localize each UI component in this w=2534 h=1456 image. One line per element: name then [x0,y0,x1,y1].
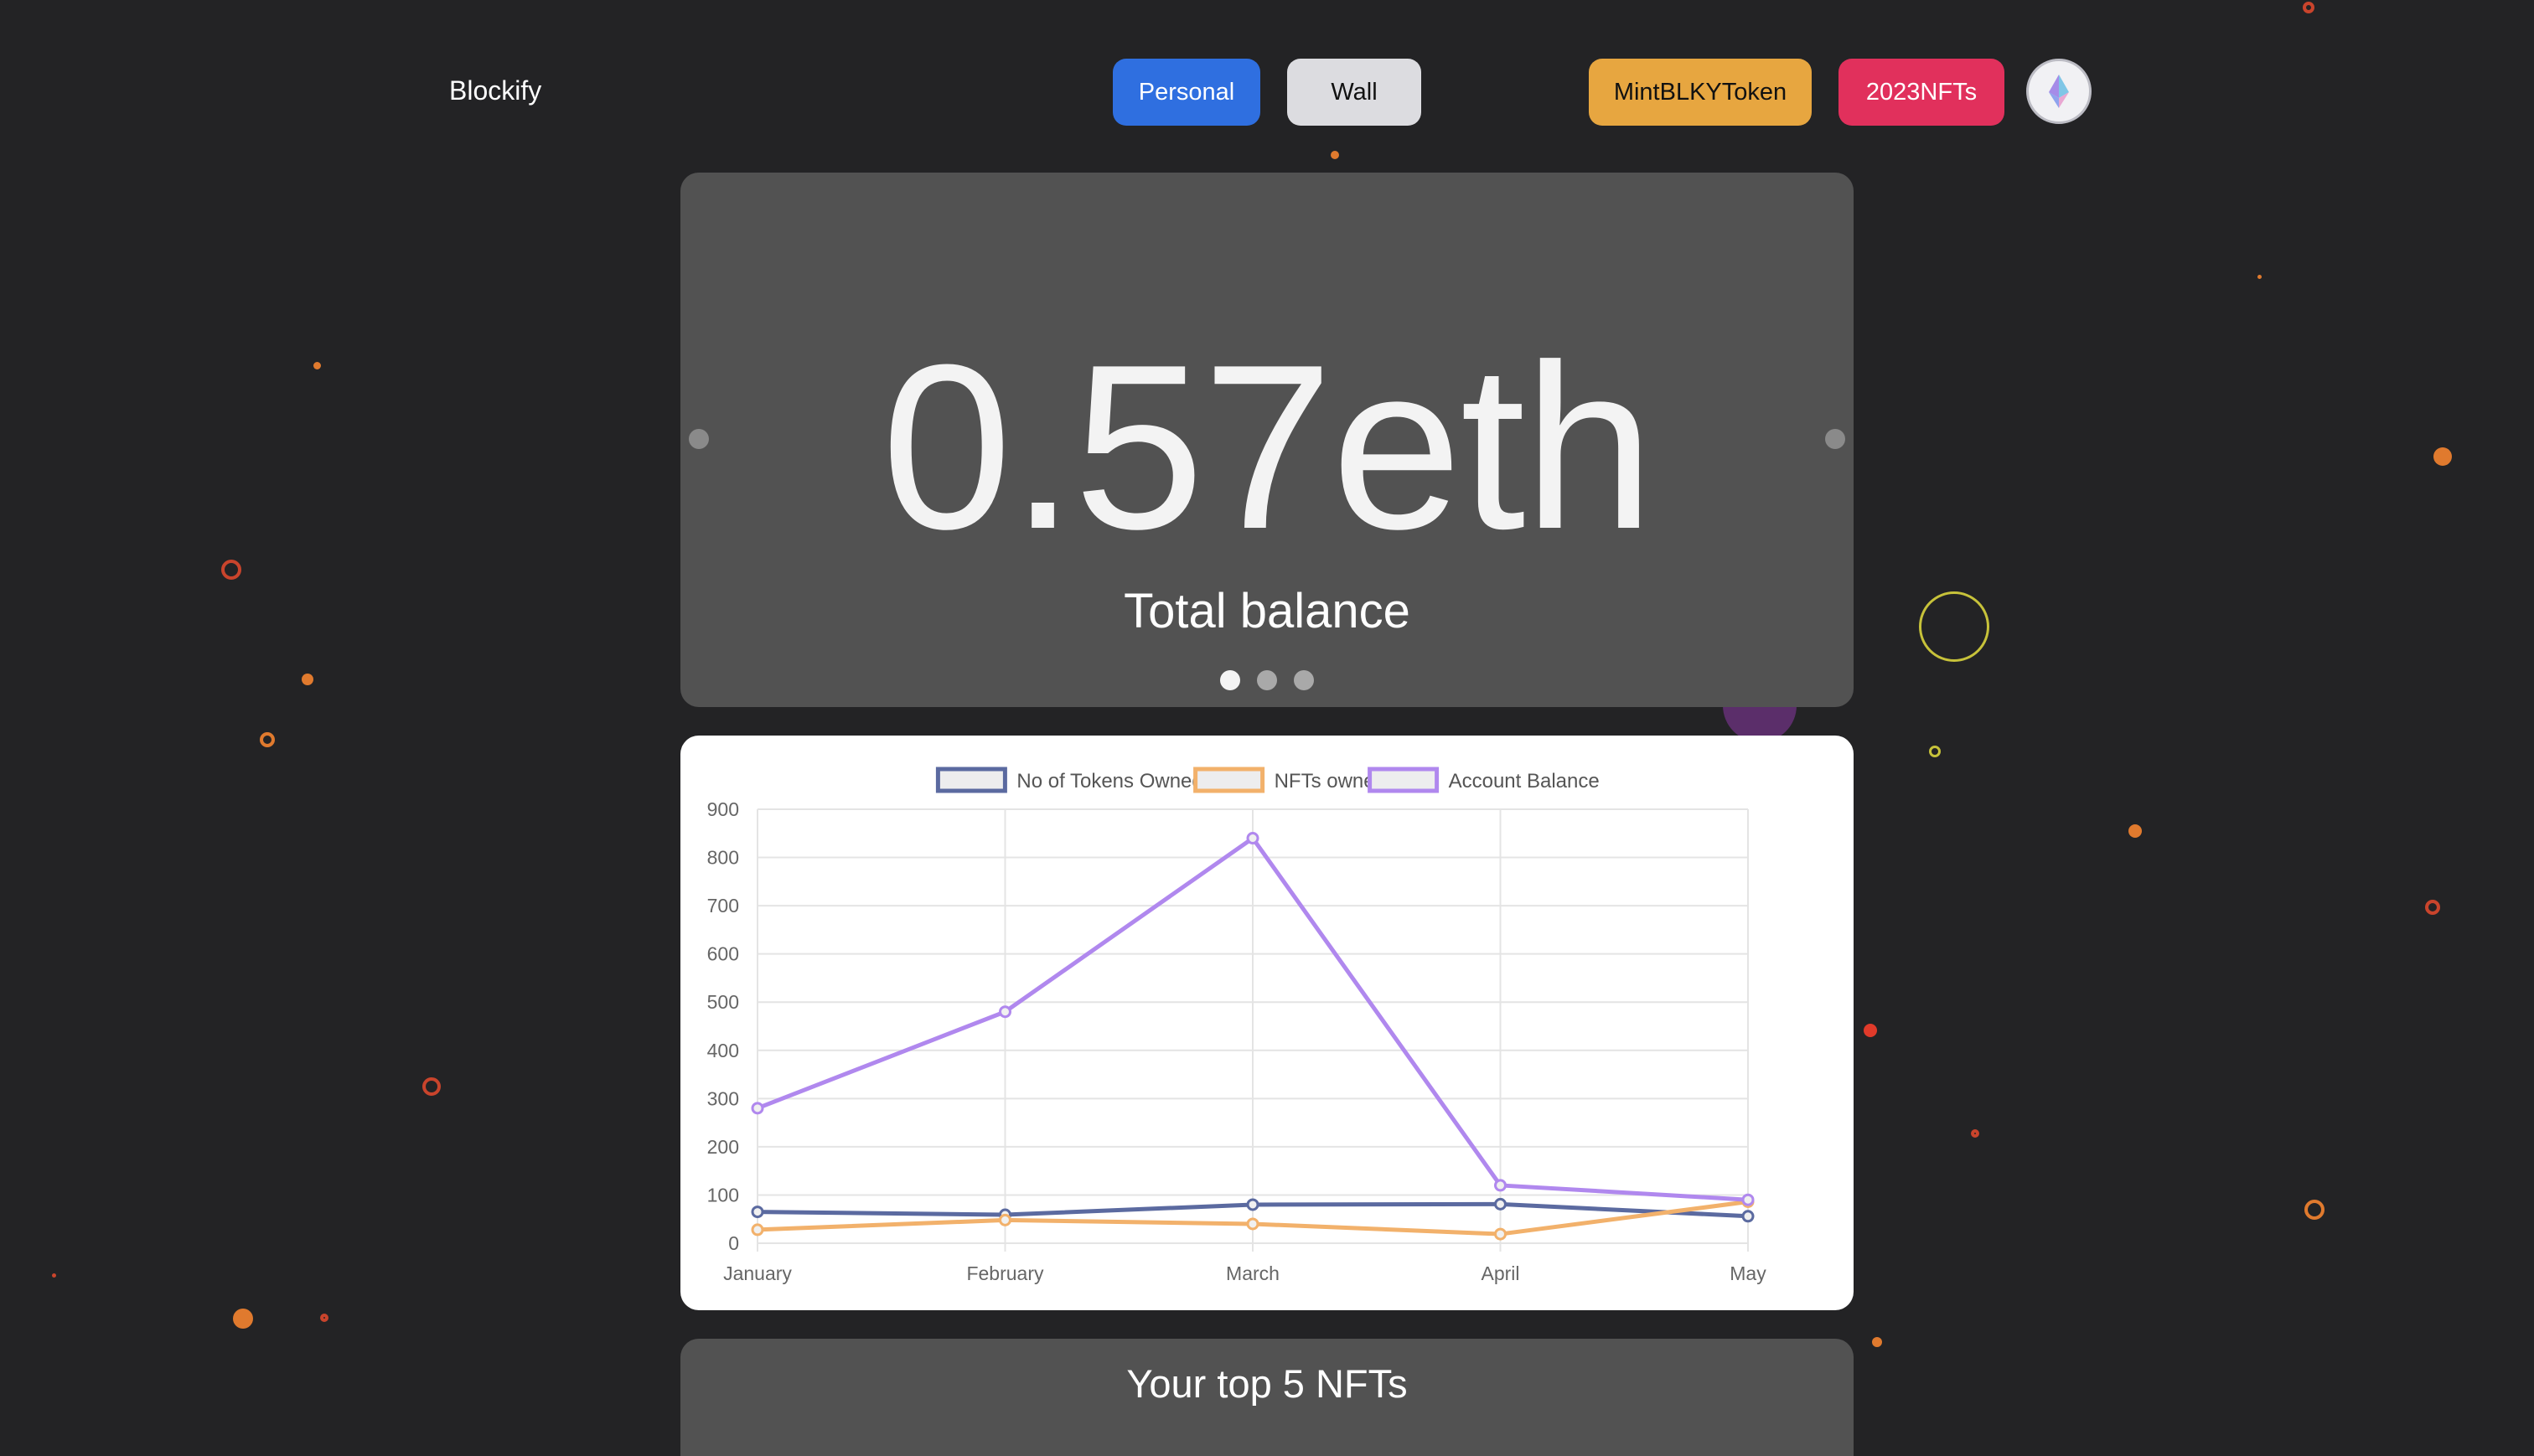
background-particle [1929,746,1941,757]
legend-label: No of Tokens Owned [1016,770,1202,793]
background-particle [320,1314,328,1322]
background-particle [2433,447,2452,466]
background-particle [260,732,275,747]
data-point [1246,1217,1259,1231]
data-point [1741,1193,1755,1206]
carousel-dot[interactable] [1220,670,1240,690]
y-tick-label: 700 [707,895,739,916]
y-tick-label: 300 [707,1087,739,1109]
y-tick-label: 400 [707,1040,739,1061]
data-point [751,1206,764,1219]
data-point [1246,832,1259,845]
balance-carousel: 0.57eth Total balance [680,173,1854,707]
carousel-dot[interactable] [1294,670,1314,690]
nfts-2023-button[interactable]: 2023NFTs [1838,59,2004,126]
ethereum-icon [2049,75,2069,108]
y-tick-label: 500 [707,991,739,1013]
legend-swatch [1368,767,1440,793]
data-point [751,1102,764,1115]
background-particle [1971,1129,1979,1138]
data-point [1494,1197,1507,1211]
data-point [1494,1227,1507,1241]
carousel-dot[interactable] [1257,670,1277,690]
y-tick-label: 0 [728,1232,739,1254]
legend-swatch [1193,767,1265,793]
top-nfts-section: Your top 5 NFTs [680,1339,1854,1456]
y-tick-label: 200 [707,1136,739,1158]
background-particle [1331,151,1339,159]
background-particle [2128,824,2142,838]
line-chart-card: 0 100 200 300 400 500 600 700 800 900 January Febru… [680,736,1854,1310]
data-point [999,1005,1011,1019]
data-point [1494,1179,1507,1192]
data-point [1741,1210,1755,1223]
line-chart: 0 100 200 300 400 500 600 700 800 900 January Febru… [707,767,1766,1284]
wallet-avatar[interactable] [2026,59,2092,124]
y-tick-label: 600 [707,943,739,965]
data-point [999,1213,1011,1226]
y-tick-label: 100 [707,1184,739,1206]
y-tick-label: 800 [707,847,739,869]
total-balance-value: 0.57eth [881,317,1654,578]
x-tick-label: April [1481,1262,1519,1284]
background-particle [313,362,321,369]
personal-button[interactable]: Personal [1113,59,1260,126]
background-particle [422,1077,441,1096]
background-particle [52,1273,56,1278]
legend-swatch [935,767,1007,793]
background-particle [2304,1200,2325,1220]
carousel-indicators [680,670,1854,690]
background-particle [2425,900,2440,915]
wall-button[interactable]: Wall [1287,59,1421,126]
mint-token-button[interactable]: MintBLKYToken [1589,59,1812,126]
background-particle [233,1309,253,1329]
x-tick-label: January [723,1262,792,1284]
brand-logo-text[interactable]: Blockify [449,75,541,106]
background-particle [302,674,313,685]
background-particle [1864,1024,1877,1037]
background-particle [221,560,241,580]
legend-label: Account Balance [1449,770,1600,793]
x-tick-label: March [1226,1262,1280,1284]
top-nfts-title: Your top 5 NFTs [1126,1361,1408,1406]
background-particle [2303,2,2314,13]
background-ring [1919,591,1989,662]
total-balance-label: Total balance [1124,584,1410,638]
x-tick-label: February [966,1262,1044,1284]
background-particle [2257,275,2262,279]
x-tick-label: May [1730,1262,1766,1284]
data-point [1246,1198,1259,1211]
data-point [751,1223,764,1237]
y-tick-label: 900 [707,798,739,820]
background-particle [1872,1337,1882,1347]
